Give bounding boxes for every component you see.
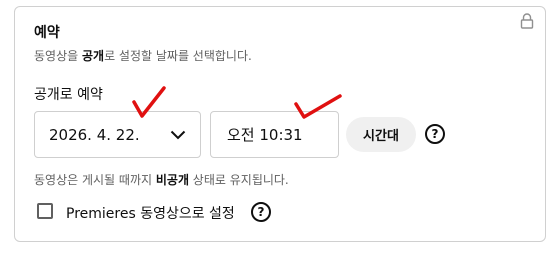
note-prefix: 동영상은 게시될 때까지 [34, 173, 156, 187]
lock-icon [520, 13, 534, 29]
date-picker[interactable]: 2026. 4. 22. [34, 111, 201, 158]
premiere-checkbox[interactable] [37, 203, 53, 219]
section-title: 예약 [34, 25, 60, 41]
date-value: 2026. 4. 22. [49, 125, 140, 144]
timezone-button[interactable]: 시간대 [346, 117, 416, 152]
red-checkmark-annotation [132, 86, 166, 118]
note-bold: 비공개 [155, 173, 189, 187]
section-description: 동영상을 공개로 설정할 날짜를 선택합니다. [34, 47, 252, 64]
help-icon[interactable]: ? [425, 124, 445, 144]
description-bold: 공개 [81, 49, 105, 63]
premiere-label[interactable]: Premieres 동영상으로 설정 [66, 203, 235, 223]
note-suffix: 상태로 유지됩니다. [188, 173, 289, 187]
premiere-help-icon[interactable]: ? [251, 202, 271, 222]
visibility-note: 동영상은 게시될 때까지 비공개 상태로 유지됩니다. [34, 171, 289, 188]
schedule-label: 공개로 예약 [34, 87, 103, 103]
time-value: 오전 10:31 [227, 126, 303, 144]
chevron-down-icon [170, 130, 186, 139]
description-suffix: 로 설정할 날짜를 선택합니다. [104, 49, 252, 63]
red-checkmark-annotation-2 [294, 94, 342, 119]
description-prefix: 동영상을 [34, 49, 82, 63]
